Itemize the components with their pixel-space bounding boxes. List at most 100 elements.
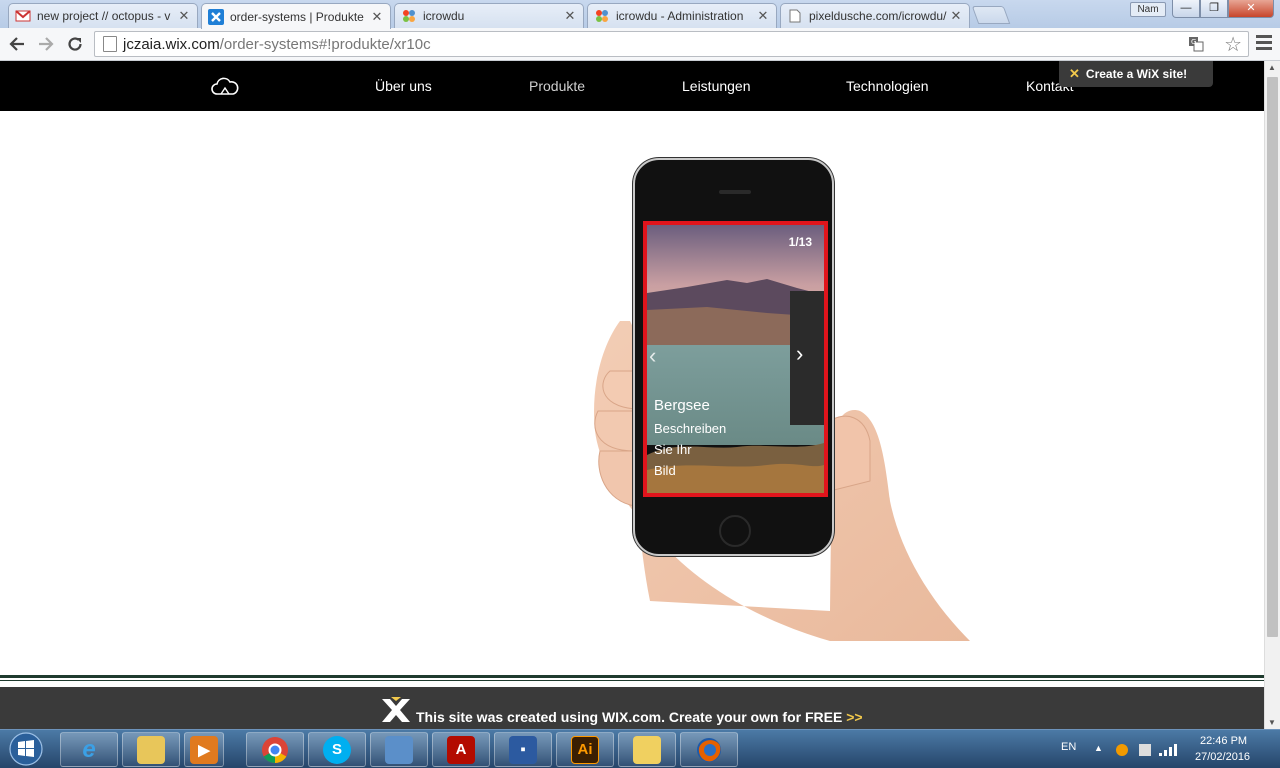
chrome-menu-icon[interactable] (1256, 35, 1272, 53)
taskbar-window[interactable] (370, 732, 428, 767)
create-wix-label: Create a WiX site! (1085, 67, 1188, 81)
chrome-icon (262, 736, 288, 763)
joomla-icon (594, 8, 610, 24)
wix-ad-banner[interactable]: This site was created using WIX.com. Cre… (0, 687, 1264, 729)
browser-tab-strip: new project // octopus - v ✕ order-syste… (0, 0, 1280, 29)
acrobat-icon: A (447, 735, 475, 764)
nav-technologien[interactable]: Technologien (846, 78, 929, 94)
close-tab-icon[interactable]: ✕ (177, 8, 191, 24)
url-host: jczaia.wix.com (123, 35, 220, 53)
close-window-button[interactable]: ✕ (1228, 0, 1274, 18)
page-info-icon[interactable] (103, 36, 117, 52)
gmail-icon (15, 8, 31, 24)
clock-date[interactable]: 27/02/2016 (1195, 751, 1250, 763)
next-slide-button[interactable]: › (790, 291, 824, 425)
close-tab-icon[interactable]: ✕ (563, 8, 577, 24)
url-path: /order-systems#!produkte/xr10c (219, 35, 431, 53)
language-indicator[interactable]: EN (1061, 741, 1076, 753)
tab-pixeldusche[interactable]: pixeldusche.com/icrowdu/ ✕ (780, 3, 970, 28)
nav-produkte[interactable]: Produkte (529, 78, 585, 94)
windows-taskbar: e ▶ S A ▪ Ai EN ▲ 22:46 PM 27/02/2016 (0, 729, 1280, 768)
browser-toolbar: jczaia.wix.com/order-systems#!produkte/x… (0, 28, 1280, 61)
footer-divider (0, 675, 1264, 678)
windows-start-button[interactable] (4, 731, 48, 768)
tab-order-systems[interactable]: order-systems | Produkte ✕ (201, 3, 391, 29)
clock-time[interactable]: 22:46 PM (1200, 735, 1247, 747)
tab-title: icrowdu (423, 9, 465, 23)
window-icon (385, 735, 413, 764)
svg-text:G: G (1191, 38, 1196, 46)
next-slide-icon: › (796, 341, 804, 366)
tab-title: order-systems | Produkte (230, 9, 364, 24)
phone-speaker (719, 190, 751, 194)
close-tab-icon[interactable]: ✕ (949, 8, 963, 24)
site-navigation: Über uns Produkte Leistungen Technologie… (0, 61, 1264, 111)
scroll-down-icon[interactable]: ▼ (1268, 718, 1276, 727)
profile-button[interactable]: Nam (1130, 2, 1166, 17)
slide-description-line: Beschreiben (654, 421, 727, 436)
wix-ad-arrows: >> (846, 709, 863, 725)
taskbar-acrobat[interactable]: A (432, 732, 490, 767)
new-tab-button[interactable] (971, 6, 1011, 24)
web-page: Über uns Produkte Leistungen Technologie… (0, 61, 1264, 729)
bookmark-star-icon[interactable]: ☆ (1224, 32, 1242, 57)
taskbar-file-explorer[interactable] (122, 732, 180, 767)
wix-icon (208, 8, 224, 25)
taskbar-skype[interactable]: S (308, 732, 366, 767)
previous-slide-icon[interactable]: ‹ (649, 343, 671, 371)
tab-title: new project // octopus - v (37, 9, 171, 23)
taskbar-media-player[interactable]: ▶ (184, 732, 224, 767)
tab-title: pixeldusche.com/icrowdu/ (809, 9, 947, 23)
forward-button[interactable] (34, 33, 58, 55)
wix-x-logo-icon (382, 697, 410, 722)
vertical-scrollbar[interactable]: ▲ ▼ (1264, 61, 1280, 729)
cloud-logo-icon[interactable] (210, 74, 240, 98)
taskbar-firefox[interactable] (680, 732, 738, 767)
system-tray-icons[interactable] (1114, 740, 1184, 760)
close-tab-icon[interactable]: ✕ (370, 9, 384, 25)
create-wix-site-button[interactable]: ✕ Create a WiX site! (1059, 61, 1213, 87)
minimize-button[interactable]: — (1172, 0, 1200, 18)
taskbar-internet-explorer[interactable]: e (60, 732, 118, 767)
taskbar-save[interactable]: ▪ (494, 732, 552, 767)
back-arrow-icon (9, 37, 24, 51)
tab-gmail[interactable]: new project // octopus - v ✕ (8, 3, 198, 28)
taskbar-illustrator[interactable]: Ai (556, 732, 614, 767)
nav-leistungen[interactable]: Leistungen (682, 78, 751, 94)
paint-icon (633, 735, 661, 764)
address-bar[interactable]: jczaia.wix.com/order-systems#!produkte/x… (94, 31, 1249, 57)
taskbar-chrome[interactable] (246, 732, 304, 767)
skype-icon: S (323, 735, 351, 764)
wix-ad-text: This site was created using WIX.com. Cre… (416, 709, 863, 725)
illustrator-icon: Ai (571, 735, 599, 764)
save-icon: ▪ (509, 735, 537, 764)
wix-ad-message: This site was created using WIX.com. Cre… (416, 709, 843, 725)
slide-counter: 1/13 (788, 235, 812, 249)
phone-home-button (719, 515, 751, 547)
firefox-icon (697, 737, 721, 762)
tab-icrowdu-admin[interactable]: icrowdu - Administration ✕ (587, 3, 777, 28)
file-explorer-icon (137, 735, 165, 764)
image-slideshow[interactable]: 1/13 ‹ › Bergsee Beschreiben Sie Ihr Bil… (643, 221, 828, 497)
wix-x-icon: ✕ (1069, 66, 1080, 81)
scroll-up-icon[interactable]: ▲ (1268, 63, 1276, 72)
translate-icon[interactable]: G (1188, 36, 1204, 55)
slide-description-line: Sie Ihr (654, 442, 692, 457)
reload-button[interactable] (63, 33, 87, 55)
media-player-icon: ▶ (190, 735, 218, 764)
show-hidden-icons-button[interactable]: ▲ (1094, 743, 1103, 753)
url-text: jczaia.wix.com/order-systems#!produkte/x… (123, 36, 431, 53)
slide-title: Bergsee (654, 397, 710, 414)
slide-description-line: Bild (654, 463, 676, 478)
nav-ueber-uns[interactable]: Über uns (375, 78, 432, 94)
maximize-button[interactable]: ❐ (1200, 0, 1228, 18)
page-icon (787, 8, 803, 24)
internet-explorer-icon: e (82, 735, 96, 763)
reload-icon (68, 37, 82, 51)
back-button[interactable] (5, 33, 29, 55)
tab-icrowdu[interactable]: icrowdu ✕ (394, 3, 584, 28)
taskbar-paint[interactable] (618, 732, 676, 767)
scrollbar-thumb[interactable] (1267, 77, 1278, 637)
footer-divider-thin (0, 680, 1264, 681)
close-tab-icon[interactable]: ✕ (756, 8, 770, 24)
